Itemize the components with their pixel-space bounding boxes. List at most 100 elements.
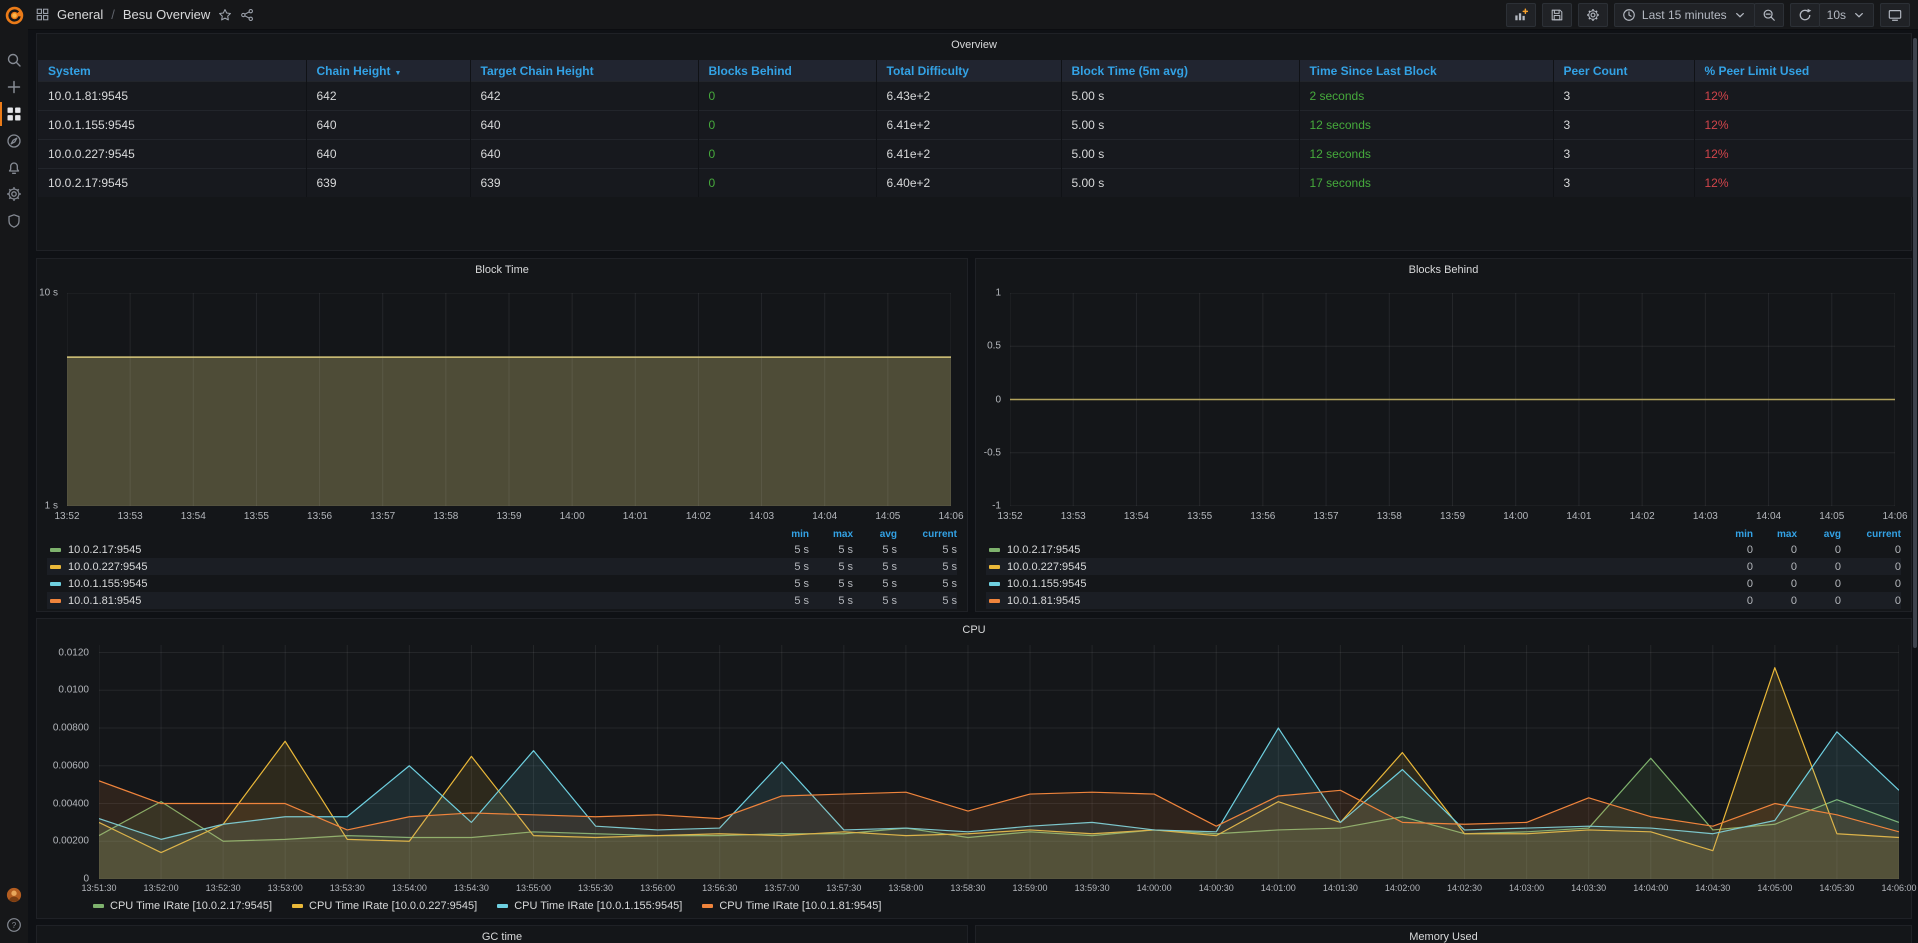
column-header[interactable]: % Peer Limit Used [1694, 60, 1914, 82]
series-name: 10.0.2.17:9545 [68, 544, 141, 556]
star-icon[interactable] [218, 8, 232, 22]
grafana-logo-icon[interactable] [0, 3, 28, 27]
block-time-legend: minmaxavgcurrent10.0.2.17:95455 s5 s5 s5… [47, 527, 957, 609]
table-cell: 0 [698, 111, 876, 140]
legend-series-row[interactable]: 10.0.1.81:95450000 [986, 592, 1901, 609]
sidebar-item-profile[interactable] [0, 883, 28, 907]
table-cell: 6.41e+2 [876, 140, 1061, 169]
table-cell: 3 [1553, 82, 1694, 111]
x-axis-tick: 14:05:30 [1819, 883, 1854, 893]
legend-series-row[interactable]: 10.0.0.227:95450000 [986, 558, 1901, 575]
table-cell: 642 [306, 82, 470, 111]
blocks-behind-chart [1010, 293, 1895, 506]
x-axis-tick: 13:52:00 [144, 883, 179, 893]
legend-series-item[interactable]: CPU Time IRate [10.0.0.227:9545] [292, 900, 477, 912]
x-axis-tick: 13:56 [307, 511, 332, 522]
legend-stat-column[interactable]: avg [853, 529, 897, 540]
share-icon[interactable] [240, 8, 254, 22]
series-color-swatch [292, 904, 303, 908]
x-axis-tick: 13:58 [433, 511, 458, 522]
legend-series-item[interactable]: CPU Time IRate [10.0.2.17:9545] [93, 900, 272, 912]
legend-stat-column[interactable]: min [1709, 529, 1753, 540]
block-time-plot-area[interactable] [67, 293, 951, 506]
legend-stat-column[interactable]: max [1753, 529, 1797, 540]
sidebar-item-help[interactable]: ? [0, 913, 28, 937]
column-header[interactable]: Block Time (5m avg) [1061, 60, 1299, 82]
legend-stat-value: 0 [1841, 578, 1901, 590]
dashboard-settings-button[interactable] [1578, 3, 1608, 27]
overview-table: SystemChain Height▼Target Chain HeightBl… [38, 60, 1914, 197]
column-header[interactable]: Total Difficulty [876, 60, 1061, 82]
cycle-view-mode-button[interactable] [1880, 3, 1910, 27]
sidebar-item-configuration[interactable] [0, 182, 28, 206]
panel-title[interactable]: Memory Used [976, 931, 1911, 943]
cpu-plot-area[interactable] [99, 645, 1899, 879]
add-panel-button[interactable] [1506, 3, 1536, 27]
column-header[interactable]: Target Chain Height [470, 60, 698, 82]
overview-table-body: 10.0.1.81:954564264206.43e+25.00 s2 seco… [38, 82, 1914, 198]
column-header[interactable]: System [38, 60, 306, 82]
y-axis-tick: 10 s [39, 288, 58, 299]
legend-series-item[interactable]: CPU Time IRate [10.0.1.81:9545] [702, 900, 881, 912]
panel-title[interactable]: CPU [37, 624, 1911, 636]
column-header[interactable]: Time Since Last Block [1299, 60, 1553, 82]
legend-series-row[interactable]: 10.0.2.17:95455 s5 s5 s5 s [47, 541, 957, 558]
legend-series-item[interactable]: CPU Time IRate [10.0.1.155:9545] [497, 900, 682, 912]
refresh-interval-picker[interactable]: 10s [1819, 3, 1874, 27]
x-axis-tick: 14:04:00 [1633, 883, 1668, 893]
legend-header: minmaxavgcurrent [47, 527, 957, 541]
refresh-button[interactable] [1790, 3, 1820, 27]
blocks-behind-plot-area[interactable] [1010, 293, 1895, 506]
vertical-scrollbar[interactable] [1913, 38, 1917, 648]
legend-stat-value: 5 s [853, 544, 897, 556]
user-avatar [6, 887, 22, 903]
sidebar-item-dashboards[interactable] [0, 102, 28, 126]
dashboards-grid-icon [6, 106, 22, 122]
table-cell: 5.00 s [1061, 111, 1299, 140]
legend-stat-value: 0 [1841, 561, 1901, 573]
series-name: 10.0.1.81:9545 [1007, 595, 1080, 607]
breadcrumb-section[interactable]: General [57, 7, 103, 22]
table-cell: 3 [1553, 169, 1694, 198]
x-axis-tick: 13:56 [1250, 511, 1275, 522]
legend-series-row[interactable]: 10.0.0.227:95455 s5 s5 s5 s [47, 558, 957, 575]
panel-title[interactable]: GC time [37, 931, 967, 943]
breadcrumb-dashboard-title[interactable]: Besu Overview [123, 7, 210, 22]
column-header[interactable]: Chain Height▼ [306, 60, 470, 82]
column-header[interactable]: Peer Count [1553, 60, 1694, 82]
series-color-swatch [989, 582, 1000, 586]
legend-series-row[interactable]: 10.0.1.81:95455 s5 s5 s5 s [47, 592, 957, 609]
sidebar-item-search[interactable] [0, 48, 28, 72]
save-dashboard-button[interactable] [1542, 3, 1572, 27]
legend-series-row[interactable]: 10.0.1.155:95450000 [986, 575, 1901, 592]
time-range-picker[interactable]: Last 15 minutes [1614, 3, 1755, 27]
sidebar-item-create[interactable] [0, 75, 28, 99]
panel-title[interactable]: Blocks Behind [976, 264, 1911, 276]
sidebar-item-alerting[interactable] [0, 155, 28, 179]
zoom-out-time-button[interactable] [1754, 3, 1784, 27]
panel-memory-used: Memory Used [975, 925, 1912, 943]
x-axis-tick: 14:02:00 [1385, 883, 1420, 893]
legend-stat-value: 0 [1841, 595, 1901, 607]
legend-series-row[interactable]: 10.0.2.17:95450000 [986, 541, 1901, 558]
legend-stat-column[interactable]: current [897, 529, 957, 540]
legend-series-row[interactable]: 10.0.1.155:95455 s5 s5 s5 s [47, 575, 957, 592]
table-cell: 3 [1553, 140, 1694, 169]
cpu-chart [99, 645, 1899, 879]
legend-stat-column[interactable]: max [809, 529, 853, 540]
sidebar-item-explore[interactable] [0, 129, 28, 153]
sidebar-item-server-admin[interactable] [0, 209, 28, 233]
y-axis-tick: 0.00200 [53, 836, 89, 847]
x-axis-tick: 13:51:30 [81, 883, 116, 893]
legend-stat-column[interactable]: current [1841, 529, 1901, 540]
legend-stat-column[interactable]: min [765, 529, 809, 540]
legend-stat-column[interactable]: avg [1797, 529, 1841, 540]
legend-stat-value: 5 s [853, 578, 897, 590]
grafana-dashboard: ? General / Besu Overview [0, 0, 1918, 943]
table-cell: 5.00 s [1061, 140, 1299, 169]
column-header[interactable]: Blocks Behind [698, 60, 876, 82]
panel-title[interactable]: Overview [37, 39, 1911, 51]
panel-title[interactable]: Block Time [37, 264, 967, 276]
x-axis-tick: 13:58:30 [950, 883, 985, 893]
breadcrumb-separator: / [111, 7, 115, 22]
